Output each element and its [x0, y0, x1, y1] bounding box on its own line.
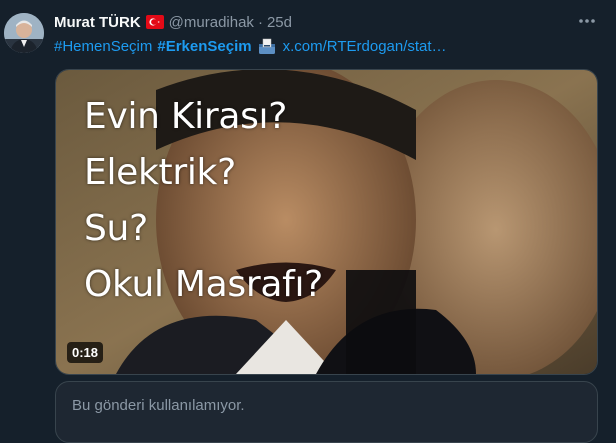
tweet-text: #HemenSeçim #ErkenSeçim x.com/RTErdogan/…	[54, 37, 447, 55]
quote-unavailable-text: Bu gönderi kullanılamıyor.	[72, 397, 245, 414]
video-caption-line-3: Su?	[84, 208, 148, 249]
video-caption-line-2: Elektrik?	[84, 152, 236, 193]
author-handle[interactable]: @muradihak	[169, 14, 254, 31]
tweet-link[interactable]: x.com/RTErdogan/stat…	[283, 38, 447, 55]
video-player[interactable]: Evin Kirası? Elektrik? Su? Okul Masrafı?…	[55, 69, 598, 375]
more-icon[interactable]	[572, 10, 602, 32]
video-caption-line-4: Okul Masrafı?	[84, 264, 323, 305]
avatar[interactable]	[4, 13, 44, 53]
hashtag-hemenSecim[interactable]: #HemenSeçim	[54, 38, 152, 55]
turkey-flag-icon	[145, 15, 164, 29]
video-caption-line-1: Evin Kirası?	[84, 96, 288, 137]
video-duration: 0:18	[67, 342, 104, 363]
quoted-tweet-unavailable: Bu gönderi kullanılamıyor.	[55, 381, 598, 443]
author-name[interactable]: Murat TÜRK	[54, 14, 141, 31]
tweet-header: Murat TÜRK @muradihak · 25d	[54, 12, 292, 32]
hashtag-erkenSecim[interactable]: #ErkenSeçim	[157, 38, 251, 55]
separator-dot: ·	[257, 13, 263, 31]
ballot-box-icon	[258, 37, 276, 55]
timestamp[interactable]: 25d	[267, 14, 292, 31]
